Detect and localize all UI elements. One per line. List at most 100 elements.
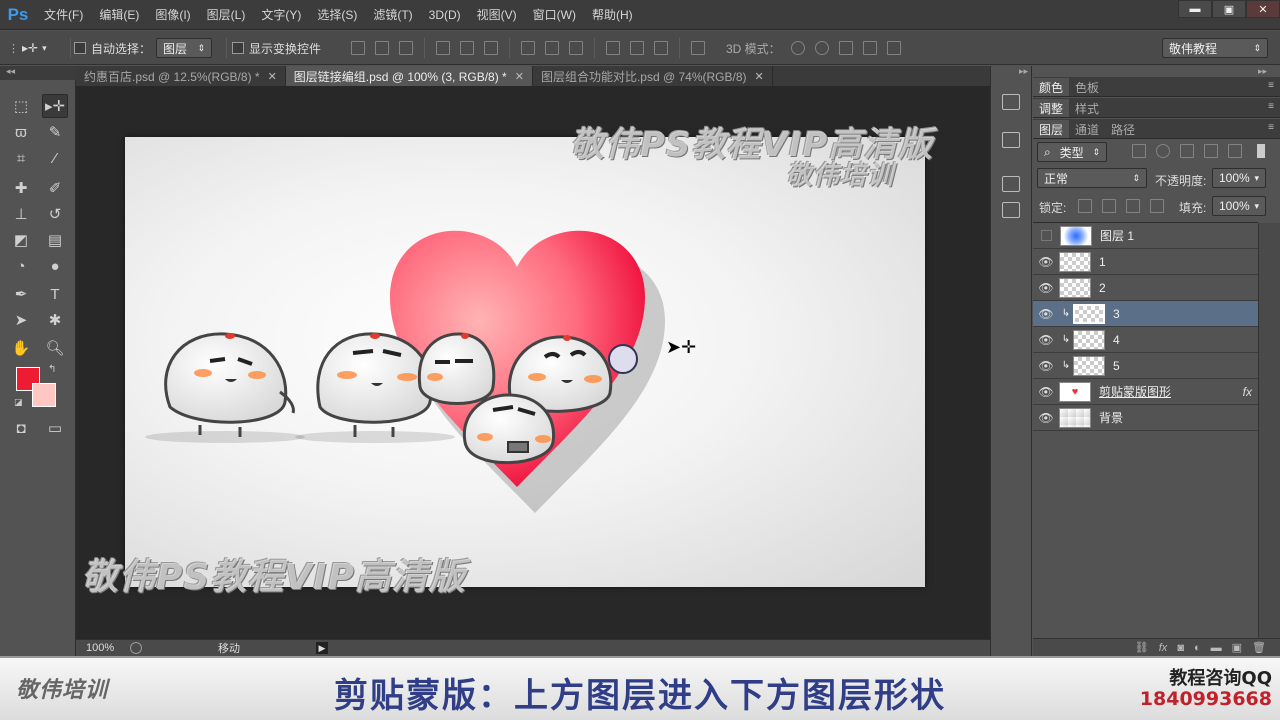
tab-adjustments[interactable]: 调整 [1033,99,1070,117]
align-top-icon[interactable] [351,41,365,55]
history-brush-tool-icon[interactable]: ↺ [42,202,68,226]
menu-help[interactable]: 帮助(H) [584,0,641,30]
menu-window[interactable]: 窗口(W) [525,0,584,30]
slide-3d-icon[interactable] [863,41,877,55]
move-tool-preset[interactable]: ▸✛ ▾ [22,31,47,65]
close-icon[interactable]: ✕ [268,70,277,83]
filter-shape-icon[interactable] [1204,144,1218,158]
properties-panel-icon[interactable] [1002,132,1020,148]
align-right-icon[interactable] [484,41,498,55]
fx-icon[interactable]: fx [1243,385,1252,399]
close-button[interactable]: ✕ [1246,0,1280,18]
align-vcenter-icon[interactable] [375,41,389,55]
distribute-left-icon[interactable] [606,41,620,55]
document-tab[interactable]: 图层组合功能对比.psd @ 74%(RGB/8) ✕ [533,66,773,86]
filter-pixel-icon[interactable] [1132,144,1146,158]
clone-stamp-tool-icon[interactable]: ⊥ [8,202,34,226]
blur-tool-icon[interactable]: ◔ [8,254,34,278]
distribute-hcenter-icon[interactable] [630,41,644,55]
eye-icon[interactable]: 👁︎ [1033,385,1059,399]
show-transform-toggle[interactable]: 显示变换控件 [232,31,321,65]
gradient-tool-icon[interactable]: ▤ [42,228,68,252]
quick-select-tool-icon[interactable]: ✎ [42,120,68,144]
link-layers-icon[interactable]: ⛓︎ [1135,641,1149,654]
lock-image-icon[interactable] [1102,199,1116,213]
custom-shape-tool-icon[interactable]: ✱ [42,308,68,332]
tab-paths[interactable]: 路径 [1105,120,1141,138]
collapse-panels-icon[interactable]: ▸▸ [1258,66,1267,77]
eraser-tool-icon[interactable]: ◩ [8,228,34,252]
drag-3d-icon[interactable] [839,41,853,55]
filter-adjustment-icon[interactable] [1156,144,1170,158]
eye-icon[interactable]: 👁︎ [1033,255,1059,269]
status-menu-arrow-icon[interactable]: ▶ [316,642,328,654]
menu-type[interactable]: 文字(Y) [253,0,309,30]
panel-menu-icon[interactable]: ≡ [1268,101,1274,112]
lock-all-icon[interactable] [1150,199,1164,213]
eye-icon[interactable]: 👁︎ [1033,359,1059,373]
dodge-tool-icon[interactable]: ● [42,254,68,278]
add-mask-icon[interactable]: ◙ [1177,642,1184,654]
crop-tool-icon[interactable]: ⌗ [8,146,34,170]
filter-toggle-icon[interactable] [1257,144,1265,158]
auto-select-dropdown[interactable]: 图层 ⇕ [156,38,212,58]
eye-icon[interactable]: 👁︎ [1033,411,1059,425]
distribute-vcenter-icon[interactable] [545,41,559,55]
screen-mode-icon[interactable]: ▭ [42,416,68,440]
workspace-dropdown[interactable]: 敬伟教程 ⇕ [1162,38,1268,58]
show-transform-checkbox[interactable] [232,42,244,54]
layer-row[interactable]: 👁︎ 1 [1033,249,1258,275]
type-tool-icon[interactable]: T [42,282,68,306]
new-adjustment-icon[interactable]: ◐ [1194,642,1201,654]
eye-icon[interactable]: 👁︎ [1033,281,1059,295]
blend-mode-dropdown[interactable]: 正常 ⇕ [1037,168,1147,188]
brush-tool-icon[interactable]: ✐ [42,176,68,200]
opacity-input[interactable]: 100% ▾ [1212,168,1266,188]
status-info-icon[interactable] [130,642,142,654]
new-layer-icon[interactable]: ▣ [1232,641,1242,654]
hand-tool-icon[interactable]: ✋ [8,336,34,360]
lock-position-icon[interactable] [1126,199,1140,213]
menu-3d[interactable]: 3D(D) [421,0,469,30]
lock-transparent-icon[interactable] [1078,199,1092,213]
layer-row[interactable]: 👁︎ 背景 [1033,405,1258,431]
tab-swatches[interactable]: 色板 [1069,78,1105,96]
close-icon[interactable]: ✕ [515,70,524,83]
quick-mask-icon[interactable]: ◘ [8,416,34,440]
collapse-icon[interactable]: ▸▸ [1019,66,1028,77]
document-tab[interactable]: 约惠百店.psd @ 12.5%(RGB/8) * ✕ [76,66,286,86]
maximize-button[interactable]: ▣ [1212,0,1246,18]
align-left-icon[interactable] [436,41,450,55]
tab-color[interactable]: 颜色 [1033,78,1070,96]
zoom-tool-icon[interactable]: 🔍︎ [42,336,68,360]
layer-filter-dropdown[interactable]: ⌕ 类型 ⇕ [1037,142,1107,162]
align-bottom-icon[interactable] [399,41,413,55]
menu-layer[interactable]: 图层(L) [199,0,254,30]
align-hcenter-icon[interactable] [460,41,474,55]
minimize-button[interactable]: ▬ [1178,0,1212,18]
eyedropper-tool-icon[interactable]: ⁄ [42,146,68,170]
document-canvas[interactable] [125,137,925,587]
history-panel-icon[interactable] [1002,94,1020,110]
healing-brush-tool-icon[interactable]: ✚ [8,176,34,200]
menu-select[interactable]: 选择(S) [309,0,365,30]
tab-channels[interactable]: 通道 [1069,120,1105,138]
visibility-toggle[interactable] [1041,230,1052,241]
layer-row[interactable]: 👁︎ ♥ 剪贴蒙版图形 fx [1033,379,1258,405]
move-tool-icon[interactable]: ▸✛ [42,94,68,118]
layer-row[interactable]: 👁︎ ↳ 4 [1033,327,1258,353]
filter-type-icon[interactable] [1180,144,1194,158]
character-panel-icon[interactable] [1002,176,1020,192]
menu-file[interactable]: 文件(F) [36,0,91,30]
swap-colors-icon[interactable]: ↰ [48,364,56,375]
lasso-tool-icon[interactable]: ϖ [8,120,34,144]
add-style-icon[interactable]: fx [1159,642,1168,654]
scale-3d-icon[interactable] [887,41,901,55]
menu-edit[interactable]: 编辑(E) [91,0,147,30]
paragraph-panel-icon[interactable] [1002,202,1020,218]
marquee-tool-icon[interactable]: ⬚ [8,94,34,118]
default-colors-icon[interactable]: ◪ [14,397,23,408]
document-tab-active[interactable]: 图层链接编组.psd @ 100% (3, RGB/8) * ✕ [285,66,533,86]
layer-row[interactable]: 👁︎ ↳ 5 [1033,353,1258,379]
layer-row-selected[interactable]: 👁︎ ↳ 3 [1033,301,1258,327]
